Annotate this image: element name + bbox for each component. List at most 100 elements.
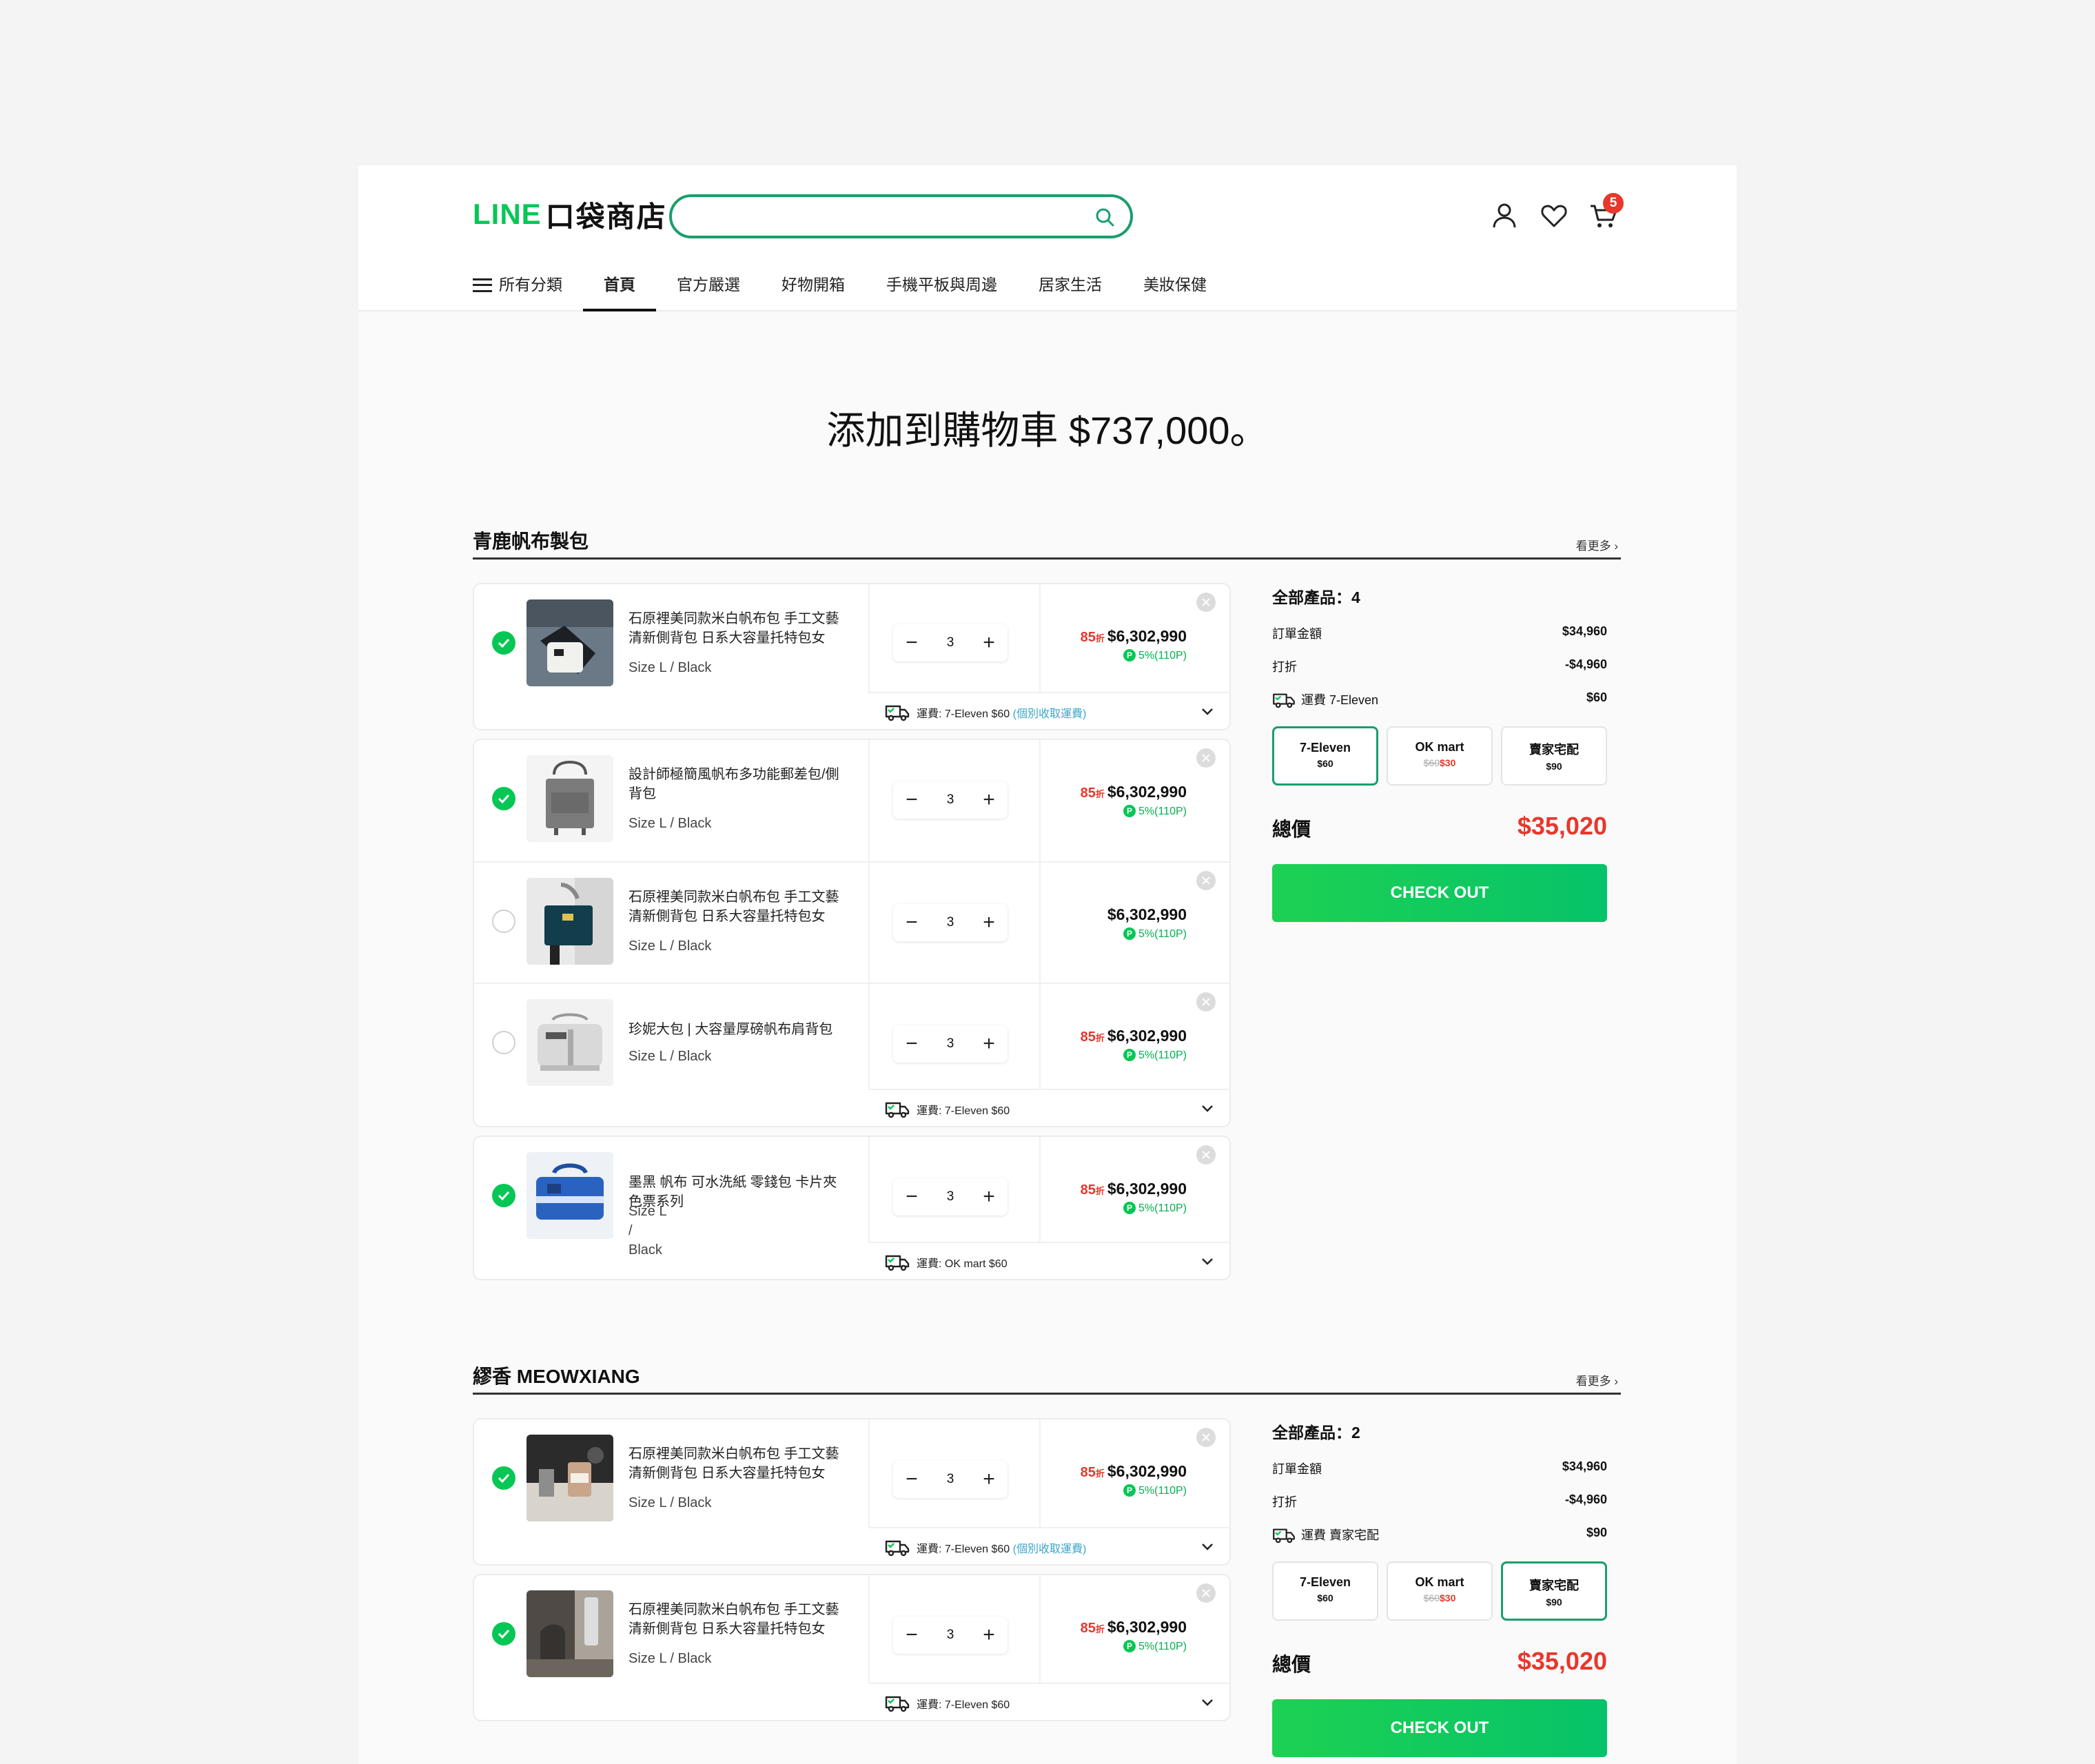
order-amount-row: 訂單金額 $34,960 — [1272, 1459, 1607, 1480]
decrease-button[interactable]: − — [903, 1469, 921, 1490]
item-checkbox[interactable] — [492, 1184, 515, 1207]
increase-button[interactable]: + — [980, 790, 998, 810]
nav-home[interactable]: 首頁 — [583, 267, 656, 311]
remove-item-button[interactable] — [1196, 1428, 1216, 1447]
shipping-method: 運費 賣家宅配 — [1301, 1528, 1380, 1542]
item-checkbox[interactable] — [492, 910, 515, 933]
product-image[interactable] — [527, 1590, 613, 1677]
nav-unboxing[interactable]: 好物開箱 — [781, 267, 845, 311]
remove-item-button[interactable] — [1196, 748, 1216, 768]
chevron-down-icon — [1202, 708, 1213, 715]
user-icon[interactable] — [1489, 200, 1520, 232]
product-image[interactable] — [527, 1435, 613, 1521]
see-more-link[interactable]: 看更多 › — [1576, 1371, 1618, 1388]
shipping-row[interactable]: 運費: OK mart $60 — [868, 1242, 1231, 1279]
shipping-row[interactable]: 運費: 7-Eleven $60 — [868, 1089, 1231, 1126]
shipping-option-7eleven[interactable]: 7-Eleven $60 — [1272, 726, 1378, 786]
remove-item-button[interactable] — [1196, 871, 1216, 890]
shipping-label: 運費: OK mart $60 — [917, 1258, 1008, 1270]
shipping-option-home-delivery[interactable]: 賣家宅配 $90 — [1501, 726, 1607, 786]
search-input[interactable] — [669, 194, 1133, 238]
increase-button[interactable]: + — [980, 912, 998, 933]
cart-button[interactable]: 5 — [1588, 193, 1624, 232]
chevron-right-icon: › — [1614, 540, 1618, 553]
remove-item-button[interactable] — [1196, 1145, 1216, 1165]
cart-item: 石原裡美同款米白帆布包 手工文藝清新側背包 日系大容量托特包女 Size L /… — [474, 861, 1231, 983]
decrease-button[interactable]: − — [903, 1187, 921, 1207]
discount-unit: 折 — [1095, 633, 1105, 644]
quantity-value[interactable]: 3 — [947, 1189, 954, 1204]
increase-button[interactable]: + — [980, 1034, 998, 1054]
nav-beauty[interactable]: 美妝保健 — [1143, 267, 1207, 311]
item-checkbox[interactable] — [492, 787, 515, 810]
quantity-value[interactable]: 3 — [947, 1472, 954, 1487]
remove-item-button[interactable] — [1196, 992, 1216, 1012]
decrease-button[interactable]: − — [903, 912, 921, 933]
increase-button[interactable]: + — [980, 1469, 998, 1490]
decrease-button[interactable]: − — [903, 633, 921, 653]
store-section: 青鹿帆布製包 看更多 › 石原裡美同款米白帆布包 手工文藝清新側背包 日系大容量… — [473, 521, 1621, 1280]
product-name[interactable]: 石原裡美同款米白帆布包 手工文藝清新側背包 日系大容量托特包女 — [628, 1444, 842, 1483]
decrease-button[interactable]: − — [903, 1034, 921, 1054]
total-row: 總價 $35,020 — [1272, 1647, 1607, 1677]
product-image[interactable] — [527, 1152, 613, 1239]
nav-label: 居家生活 — [1039, 276, 1102, 294]
nav-all-categories[interactable]: 所有分類 — [473, 267, 562, 311]
remove-item-button[interactable] — [1196, 1583, 1216, 1603]
item-checkbox[interactable] — [492, 1031, 515, 1054]
discount-badge: 85折 — [1081, 1029, 1105, 1045]
product-name[interactable]: 石原裡美同款米白帆布包 手工文藝清新側背包 日系大容量托特包女 — [628, 609, 842, 648]
shipping-row[interactable]: 運費: 7-Eleven $60 — [868, 1683, 1231, 1720]
item-checkbox[interactable] — [492, 1466, 515, 1490]
check-icon — [498, 638, 510, 648]
option-old-price: $60 — [1423, 757, 1440, 768]
increase-button[interactable]: + — [980, 633, 998, 653]
item-checkbox[interactable] — [492, 1622, 515, 1645]
divider — [868, 983, 870, 1089]
divider — [868, 1137, 870, 1242]
nav-home-living[interactable]: 居家生活 — [1039, 267, 1102, 311]
shipping-option-okmart[interactable]: OK mart $60$30 — [1387, 726, 1493, 786]
checkout-button[interactable]: CHECK OUT — [1272, 864, 1607, 922]
quantity-value[interactable]: 3 — [947, 792, 954, 808]
nav-official-picks[interactable]: 官方嚴選 — [677, 267, 740, 311]
shipping-option-okmart[interactable]: OK mart $60$30 — [1387, 1561, 1493, 1621]
product-image[interactable] — [527, 878, 613, 965]
checkout-button[interactable]: CHECK OUT — [1272, 1699, 1607, 1757]
see-more-link[interactable]: 看更多 › — [1576, 536, 1618, 553]
logo[interactable]: LINE 口袋商店 — [473, 197, 667, 233]
product-image[interactable] — [527, 755, 613, 842]
product-image[interactable] — [527, 999, 613, 1086]
product-variant: Size L / Black — [628, 1651, 712, 1666]
points-value: 5%(110P) — [1138, 1049, 1187, 1061]
heart-icon[interactable] — [1538, 200, 1570, 232]
decrease-button[interactable]: − — [903, 790, 921, 810]
quantity-value[interactable]: 3 — [947, 635, 954, 650]
shipping-row[interactable]: 運費: 7-Eleven $60 (個別收取運費) — [868, 692, 1231, 729]
shipping-option-7eleven[interactable]: 7-Eleven $60 — [1272, 1561, 1378, 1621]
product-name[interactable]: 設計師極簡風帆布多功能郵差包/側背包 — [628, 765, 842, 803]
increase-button[interactable]: + — [980, 1625, 998, 1645]
product-image[interactable] — [527, 599, 613, 686]
quantity-value[interactable]: 3 — [947, 915, 954, 930]
quantity-value[interactable]: 3 — [947, 1036, 954, 1052]
product-name[interactable]: 石原裡美同款米白帆布包 手工文藝清新側背包 日系大容量托特包女 — [628, 1600, 842, 1639]
option-name: 賣家宅配 — [1529, 743, 1579, 757]
store-name[interactable]: 青鹿帆布製包 — [473, 526, 589, 554]
option-price: $60 — [1274, 758, 1376, 769]
quantity-value[interactable]: 3 — [947, 1628, 954, 1643]
product-name[interactable]: 石原裡美同款米白帆布包 手工文藝清新側背包 日系大容量托特包女 — [628, 888, 842, 926]
shipping-row[interactable]: 運費: 7-Eleven $60 (個別收取運費) — [868, 1527, 1231, 1564]
product-name[interactable]: 珍妮大包 | 大容量厚磅帆布肩背包 — [628, 1020, 842, 1039]
shipping-option-home-delivery[interactable]: 賣家宅配 $90 — [1501, 1561, 1607, 1621]
nav-mobile[interactable]: 手機平板與周邊 — [886, 267, 997, 311]
item-checkbox[interactable] — [492, 631, 515, 655]
store-name[interactable]: 繆香 MEOWXIANG — [473, 1362, 640, 1389]
divider — [1039, 861, 1041, 983]
increase-button[interactable]: + — [980, 1187, 998, 1207]
search-icon[interactable] — [1094, 207, 1115, 227]
decrease-button[interactable]: − — [903, 1625, 921, 1645]
remove-item-button[interactable] — [1196, 593, 1216, 612]
divider — [1039, 983, 1041, 1089]
check-icon — [498, 1629, 510, 1639]
